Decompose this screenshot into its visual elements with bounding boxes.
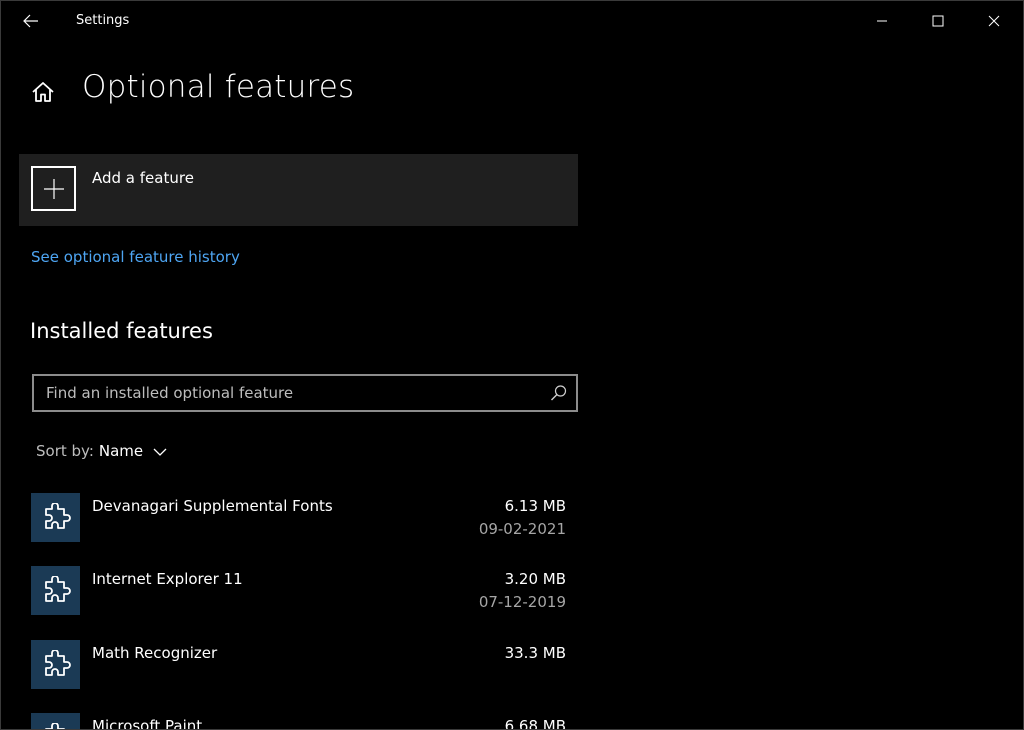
feature-name: Internet Explorer 11 xyxy=(92,570,243,588)
add-feature-button[interactable]: Add a feature xyxy=(19,154,578,226)
plus-icon xyxy=(43,178,64,199)
close-button[interactable] xyxy=(971,1,1017,41)
minimize-button[interactable] xyxy=(859,1,905,41)
feature-size: 3.20 MB xyxy=(504,570,566,588)
feature-icon-tile xyxy=(31,566,80,615)
close-icon xyxy=(988,15,1000,27)
settings-window: Settings Optional features Add a feature… xyxy=(0,0,1024,730)
minimize-icon xyxy=(877,20,887,22)
installed-features-heading: Installed features xyxy=(30,319,213,343)
sort-value: Name xyxy=(98,442,144,460)
app-title: Settings xyxy=(76,13,130,28)
optional-feature-history-link[interactable]: See optional feature history xyxy=(31,248,240,266)
search-box xyxy=(32,374,578,412)
puzzle-piece-icon xyxy=(44,649,71,676)
list-item[interactable]: Devanagari Supplemental Fonts 6.13 MB 09… xyxy=(31,489,571,545)
back-arrow-icon xyxy=(23,14,38,28)
feature-name: Microsoft Paint xyxy=(92,717,203,730)
list-item[interactable]: Internet Explorer 11 3.20 MB 07-12-2019 xyxy=(31,562,571,618)
list-item[interactable]: Math Recognizer 33.3 MB xyxy=(31,636,571,692)
feature-name: Math Recognizer xyxy=(92,644,218,662)
puzzle-piece-icon xyxy=(44,722,65,729)
sort-label: Sort by: xyxy=(36,442,94,460)
add-feature-label: Add a feature xyxy=(92,169,194,187)
chevron-down-icon xyxy=(153,448,167,456)
feature-size: 6.13 MB xyxy=(504,497,566,515)
search-icon[interactable] xyxy=(550,384,568,402)
home-icon xyxy=(32,82,54,102)
feature-date: 09-02-2021 xyxy=(478,520,566,538)
feature-icon-tile xyxy=(31,493,80,542)
feature-icon-tile xyxy=(31,713,80,729)
sort-dropdown[interactable]: Sort by: Name xyxy=(36,442,167,460)
feature-icon-tile xyxy=(31,640,80,689)
maximize-icon xyxy=(932,15,944,27)
maximize-button[interactable] xyxy=(915,1,961,41)
title-bar: Settings xyxy=(1,1,1023,41)
add-feature-icon-box xyxy=(31,166,76,211)
page-title: Optional features xyxy=(82,69,355,105)
feature-size: 6.68 MB xyxy=(504,717,566,730)
feature-date: 07-12-2019 xyxy=(478,593,566,611)
search-input[interactable] xyxy=(34,376,546,410)
back-button[interactable] xyxy=(15,7,47,35)
puzzle-piece-icon xyxy=(44,575,71,602)
feature-name: Devanagari Supplemental Fonts xyxy=(92,497,333,515)
list-item[interactable]: Microsoft Paint 6.68 MB xyxy=(31,709,571,730)
feature-size: 33.3 MB xyxy=(504,644,566,662)
puzzle-piece-icon xyxy=(44,502,71,529)
home-button[interactable] xyxy=(27,77,59,107)
